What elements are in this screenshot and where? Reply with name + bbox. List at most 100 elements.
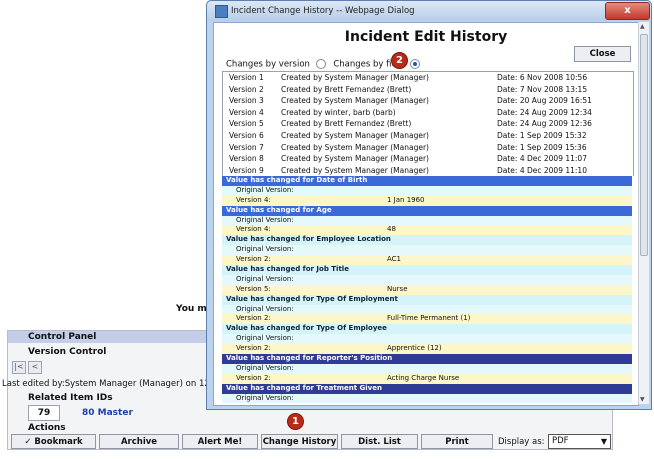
scroll-thumb[interactable] (640, 34, 648, 256)
change-header: Value has changed for Employee Location (222, 235, 632, 246)
by-field-radio[interactable] (410, 59, 421, 69)
changed-value: Apprentice (12) (387, 344, 442, 353)
dist-list-button[interactable]: Dist. List (341, 434, 418, 449)
scroll-down-icon[interactable]: ▼ (640, 396, 645, 403)
dialog-titlebar[interactable]: Incident Change History -- Webpage Dialo… (207, 1, 651, 21)
changed-label: Version 2: (236, 344, 271, 353)
version-created: Created by winter, barb (barb) (281, 107, 396, 117)
original-label: Original Version: (236, 215, 294, 224)
version-label: Version 2 (229, 84, 264, 94)
close-button[interactable]: Close (574, 46, 631, 62)
by-version-label: Changes by version (226, 59, 310, 70)
changed-value: 1 Jan 1960 (387, 195, 425, 204)
original-label: Original Version: (236, 304, 294, 313)
changed-value: Nurse (387, 284, 408, 293)
version-row: Version 8 Created by System Manager (Mana… (223, 153, 633, 165)
previous-version-icon[interactable]: < (28, 361, 42, 374)
dialog-window-title: Incident Change History -- Webpage Dialo… (231, 6, 415, 16)
version-date: Date: 1 Sep 2009 15:36 (497, 142, 587, 152)
first-version-icon[interactable]: |< (12, 361, 26, 374)
display-format-select[interactable]: PDF ▼ (548, 434, 611, 449)
version-created: Created by System Manager (Manager) (281, 142, 429, 152)
changed-row: Version 2: Apprentice (12) (222, 344, 632, 355)
original-row: Original Version: (222, 363, 632, 374)
callout-badge-2: 2 (391, 52, 408, 69)
original-row: Original Version: (222, 245, 632, 256)
changed-value: Acting Charge Nurse (387, 373, 460, 382)
version-created: Created by System Manager (Manager) (281, 96, 429, 106)
original-row: Original Version: (222, 334, 632, 345)
last-edited-text: Last edited by:System Manager (Manager) … (2, 379, 210, 389)
changed-value: AC1 (387, 255, 402, 264)
chevron-down-icon: ▼ (600, 437, 607, 446)
version-row: Version 7 Created by System Manager (Mana… (223, 142, 633, 154)
version-date: Date: 24 Aug 2009 12:36 (497, 119, 592, 129)
original-row: Original Version: (222, 393, 632, 404)
version-date: Date: 1 Sep 2009 15:32 (497, 130, 587, 140)
changed-label: Version 5: (236, 284, 271, 293)
version-label: Version 9 (229, 165, 264, 175)
original-label: Original Version: (236, 185, 294, 194)
changed-label: Version 4: (236, 195, 271, 204)
change-history-button[interactable]: Change History (261, 434, 338, 449)
changed-label: Version 4: (236, 225, 271, 234)
version-label: Version 3 (229, 96, 264, 106)
scroll-up-icon[interactable]: ▲ (640, 23, 645, 30)
version-created: Created by Brett Fernandez (Brett) (281, 84, 412, 94)
version-label: Version 1 (229, 73, 264, 82)
original-row: Original Version: (222, 274, 632, 285)
alert-me-button[interactable]: Alert Me! (182, 434, 258, 449)
related-item-link[interactable]: 80 Master (82, 408, 133, 418)
version-row: Version 3 Created by System Manager (Mana… (223, 95, 633, 107)
version-date: Date: 4 Dec 2009 11:07 (497, 154, 587, 164)
changed-row: Version 2: AC1 (222, 255, 632, 266)
version-created: Created by System Manager (Manager) (281, 73, 429, 82)
version-list: Version 1 Created by System Manager (Mana… (222, 71, 634, 177)
changed-row: Version 5: Nurse (222, 284, 632, 295)
version-date: Date: 6 Nov 2008 10:56 (497, 73, 588, 82)
version-label: Version 5 (229, 119, 264, 129)
version-created: Created by System Manager (Manager) (281, 154, 429, 164)
changed-value: 48 (387, 225, 396, 234)
dialog-scrollbar[interactable]: ▲ ▼ (638, 22, 649, 404)
version-created: Created by System Manager (Manager) (281, 165, 429, 175)
print-button[interactable]: Print (421, 434, 493, 449)
by-version-radio[interactable] (315, 59, 326, 69)
change-header: Value has changed for Age (222, 205, 632, 216)
original-label: Original Version: (236, 334, 294, 343)
related-items-title: Related Item IDs (28, 393, 113, 403)
version-control-title: Version Control (28, 347, 107, 357)
version-row: Version 5 Created by Brett Fernandez (Bre… (223, 118, 633, 130)
changed-label: Version 2: (236, 314, 271, 323)
changed-value: Full-Time Permanent (1) (387, 314, 471, 323)
original-label: Original Version: (236, 393, 294, 402)
display-as-label: Display as: (498, 437, 545, 447)
original-row: Original Version: (222, 304, 632, 315)
change-header: Value has changed for Type Of Employee (222, 324, 632, 335)
original-label: Original Version: (236, 245, 294, 254)
window-close-icon[interactable]: x (605, 2, 650, 20)
page-title: Incident Edit History (344, 29, 508, 45)
dialog-content: Incident Edit History Close Changes by v… (213, 22, 639, 406)
version-row: Version 6 Created by System Manager (Mana… (223, 130, 633, 142)
bookmark-button[interactable]: ✓ Bookmark (11, 434, 96, 449)
changed-label: Version 2: (236, 373, 271, 382)
archive-button[interactable]: Archive (99, 434, 179, 449)
version-row: Version 1 Created by System Manager (Mana… (223, 72, 633, 84)
version-label: Version 6 (229, 130, 264, 140)
changed-label: Version 2: (236, 255, 271, 264)
changed-row: Version 4: 48 (222, 225, 632, 236)
change-header: Value has changed for Treatment Given (222, 383, 632, 394)
field-changes-list: Value has changed for Date of Birth Orig… (222, 176, 632, 404)
version-created: Created by Brett Fernandez (Brett) (281, 119, 412, 129)
version-label: Version 7 (229, 142, 264, 152)
original-row: Original Version: (222, 185, 632, 196)
version-label: Version 4 (229, 107, 264, 117)
change-history-dialog: Incident Change History -- Webpage Dialo… (206, 0, 652, 410)
version-row: Version 4 Created by winter, barb (barb) D… (223, 107, 633, 119)
actions-title: Actions (28, 423, 66, 433)
changed-row: Version 2: Full-Time Permanent (1) (222, 314, 632, 325)
version-date: Date: 24 Aug 2009 12:34 (497, 107, 592, 117)
version-created: Created by System Manager (Manager) (281, 130, 429, 140)
version-label: Version 8 (229, 154, 264, 164)
